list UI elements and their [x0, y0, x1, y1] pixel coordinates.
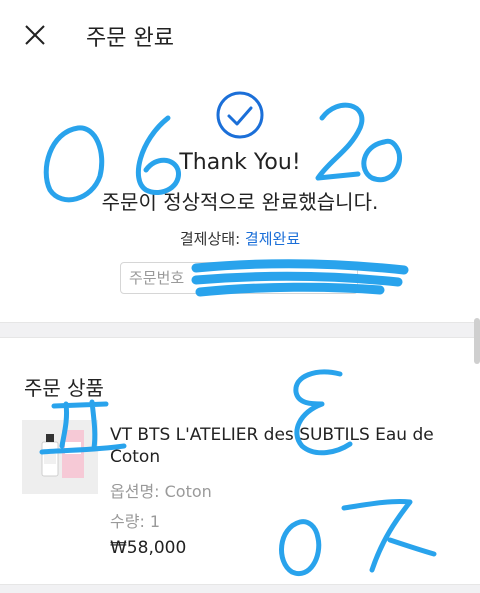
section-divider — [0, 322, 480, 338]
scrollbar[interactable] — [474, 318, 480, 364]
handwriting-char-7 — [341, 498, 437, 573]
perfume-bottles-image — [22, 420, 98, 494]
close-icon[interactable] — [24, 24, 46, 46]
thank-you-heading: Thank You! — [179, 150, 301, 175]
order-items-title: 주문 상품 — [24, 376, 104, 400]
top-bar: 주문 완료 — [0, 0, 480, 72]
handwriting-overlay — [39, 102, 437, 577]
order-complete-message: 주문이 정상적으로 완료했습니다. — [101, 190, 379, 214]
handwriting-char-0c — [279, 519, 322, 577]
order-number-label: 주문번호 — [129, 269, 185, 287]
order-number-field: 주문번호 — [120, 262, 358, 294]
product-price: ₩58,000 — [110, 538, 187, 558]
product-name[interactable]: VT BTS L'ATELIER des SUBTILS Eau de Coto… — [110, 424, 460, 468]
product-quantity: 수량: 1 — [110, 512, 161, 531]
product-option: 옵션명: Coton — [110, 482, 212, 501]
payment-status-value: 결제완료 — [244, 230, 301, 248]
payment-status: 결제상태: 결제완료 — [0, 228, 480, 249]
payment-status-label: 결제상태: — [179, 230, 241, 248]
page-title: 주문 완료 — [86, 26, 174, 51]
check-circle-icon — [216, 91, 264, 139]
product-thumbnail[interactable] — [22, 420, 98, 494]
